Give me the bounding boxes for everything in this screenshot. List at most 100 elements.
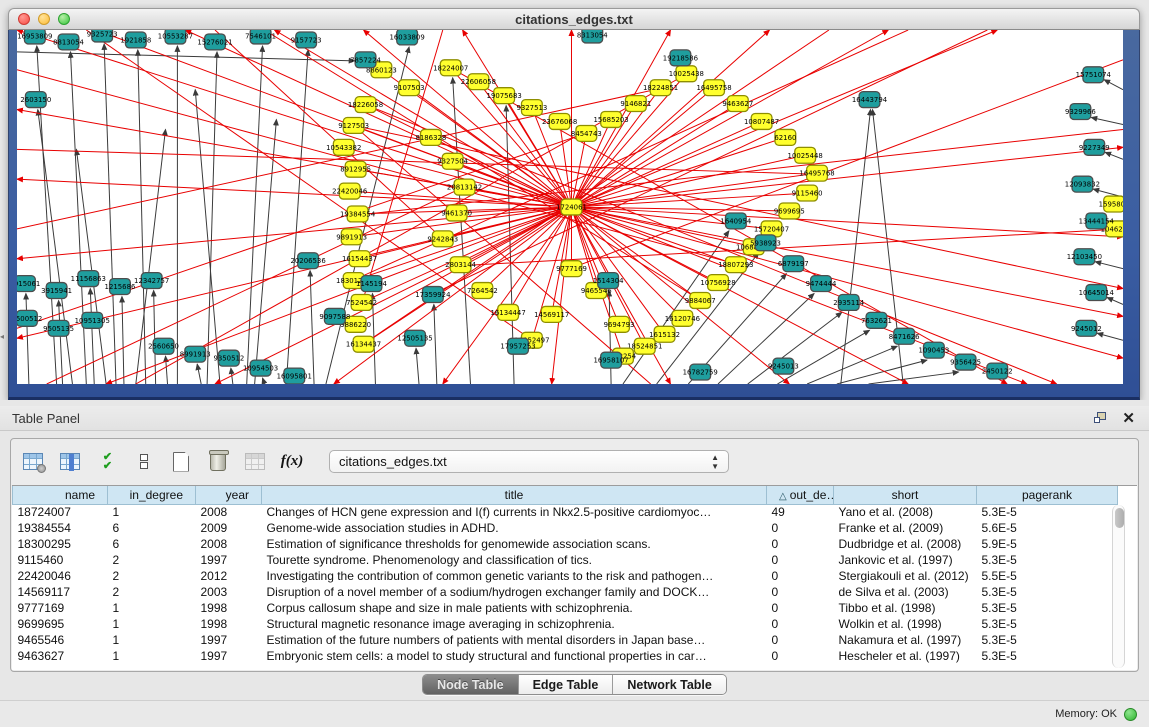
graph-node[interactable]: 6879197 — [778, 256, 809, 272]
graph-node[interactable]: 9115460 — [792, 185, 823, 201]
graph-edge[interactable] — [154, 291, 156, 384]
citation-graph[interactable]: 1724061182260589127503105433828912955224… — [17, 30, 1123, 384]
column-visibility-icon[interactable] — [58, 450, 82, 474]
table-cell[interactable]: 1997 — [196, 552, 262, 568]
graph-edge[interactable] — [263, 378, 265, 384]
table-cell[interactable]: Changes of HCN gene expression and I(f) … — [262, 504, 767, 520]
column-header-title[interactable]: title — [262, 486, 767, 504]
graph-node[interactable]: 10553287 — [158, 30, 193, 44]
table-cell[interactable]: 5.3E-5 — [977, 616, 1118, 632]
delete-table-icon[interactable] — [206, 450, 230, 474]
table-cell[interactable]: 2008 — [196, 504, 262, 520]
table-cell[interactable]: 9777169 — [13, 600, 108, 616]
graph-node[interactable]: 16095801 — [277, 368, 312, 384]
table-cell[interactable]: 6 — [108, 536, 196, 552]
table-cell[interactable]: Estimation of significance thresholds fo… — [262, 536, 767, 552]
table-row[interactable]: 2242004622012Investigating the contribut… — [13, 568, 1118, 584]
table-cell[interactable]: Wolkin et al. (1998) — [834, 616, 977, 632]
graph-node[interactable]: 9245012 — [1071, 320, 1102, 336]
graph-node[interactable]: 10954503 — [243, 360, 278, 376]
column-header-year[interactable]: year — [196, 486, 262, 504]
graph-edge[interactable] — [571, 147, 1123, 207]
scrollbar-thumb[interactable] — [1115, 508, 1124, 528]
table-cell[interactable]: Investigating the contribution of common… — [262, 568, 767, 584]
graph-edge[interactable] — [1097, 333, 1123, 340]
graph-node[interactable]: 1921858 — [120, 32, 151, 48]
graph-node[interactable]: 18224007 — [433, 60, 468, 76]
table-cell[interactable]: 9115460 — [13, 552, 108, 568]
graph-edge[interactable] — [17, 207, 571, 259]
table-cell[interactable]: 0 — [767, 584, 834, 600]
table-cell[interactable]: 1 — [108, 632, 196, 648]
table-cell[interactable]: Genome-wide association studies in ADHD. — [262, 520, 767, 536]
table-cell[interactable]: 0 — [767, 536, 834, 552]
table-cell[interactable]: 0 — [767, 648, 834, 664]
graph-node[interactable]: 16154437 — [342, 251, 377, 267]
graph-node[interactable]: 7264542 — [467, 283, 498, 299]
graph-edge[interactable] — [1105, 152, 1123, 159]
graph-edge[interactable] — [310, 271, 314, 384]
table-cell[interactable]: 1997 — [196, 648, 262, 664]
table-row[interactable]: 1456911722003Disruption of a novel membe… — [13, 584, 1118, 600]
graph-node[interactable]: 19075683 — [487, 88, 522, 104]
graph-node[interactable]: 62160 — [774, 129, 796, 145]
graph-node[interactable]: 16953809 — [17, 30, 52, 44]
graph-edge[interactable] — [96, 30, 571, 207]
graph-edge[interactable] — [571, 155, 805, 207]
graph-edge[interactable] — [869, 372, 959, 384]
table-row[interactable]: 969969511998Structural magnetic resonanc… — [13, 616, 1118, 632]
graph-node[interactable]: 9127503 — [338, 118, 369, 134]
table-cell[interactable]: 1 — [108, 600, 196, 616]
tab-node-table[interactable]: Node Table — [423, 675, 518, 694]
table-cell[interactable]: 2012 — [196, 568, 262, 584]
graph-edge[interactable] — [841, 110, 871, 384]
table-cell[interactable]: Nakamura et al. (1997) — [834, 632, 977, 648]
float-panel-icon[interactable] — [1094, 412, 1108, 425]
table-cell[interactable]: Hescheler et al. (1997) — [834, 648, 977, 664]
table-cell[interactable]: 9465546 — [13, 632, 108, 648]
table-cell[interactable]: 5.3E-5 — [977, 632, 1118, 648]
graph-node[interactable]: 9884067 — [685, 293, 716, 309]
graph-node[interactable]: 9245013 — [768, 358, 799, 374]
table-cell[interactable]: 5.5E-5 — [977, 568, 1118, 584]
table-cell[interactable]: 1998 — [196, 616, 262, 632]
graph-node[interactable]: 10543382 — [326, 139, 361, 155]
table-cell[interactable]: 2008 — [196, 536, 262, 552]
graph-edge[interactable] — [777, 330, 869, 384]
graph-node[interactable]: 7632621 — [861, 312, 892, 328]
graph-node[interactable]: 9157723 — [291, 32, 322, 48]
table-cell[interactable]: 5.3E-5 — [977, 648, 1118, 664]
graph-node[interactable]: 9356425 — [950, 354, 981, 370]
column-header-name[interactable]: name — [13, 486, 108, 504]
row-height-icon[interactable] — [132, 450, 156, 474]
graph-edge[interactable] — [17, 30, 571, 207]
network-canvas[interactable]: 1724061182260589127503105433828912955224… — [17, 30, 1123, 384]
table-cell[interactable]: 1 — [108, 616, 196, 632]
table-cell[interactable]: Stergiakouli et al. (2012) — [834, 568, 977, 584]
graph-node[interactable]: 2935114 — [833, 295, 864, 311]
table-cell[interactable]: 6 — [108, 520, 196, 536]
table-row[interactable]: 977716911998Corpus callosum shape and si… — [13, 600, 1118, 616]
table-cell[interactable]: 0 — [767, 552, 834, 568]
table-cell[interactable]: 5.3E-5 — [977, 600, 1118, 616]
table-settings-icon[interactable] — [21, 450, 45, 474]
graph-node[interactable]: 11156863 — [71, 271, 106, 287]
table-cell[interactable]: Tibbo et al. (1998) — [834, 600, 977, 616]
table-cell[interactable]: 2 — [108, 584, 196, 600]
table-cell[interactable]: Yano et al. (2008) — [834, 504, 977, 520]
graph-node[interactable]: 16443794 — [852, 92, 888, 108]
table-cell[interactable]: 2009 — [196, 520, 262, 536]
table-row[interactable]: 1872400712008Changes of HCN gene express… — [13, 504, 1118, 520]
graph-edge[interactable] — [837, 360, 927, 384]
graph-node[interactable]: 2603150 — [20, 92, 51, 108]
graph-node[interactable]: 9463627 — [722, 96, 753, 112]
table-selector-combobox[interactable]: citations_edges.txt ▲▼ — [329, 450, 729, 473]
graph-node[interactable]: 16134437 — [346, 336, 381, 352]
graph-edge[interactable] — [286, 50, 308, 384]
table-cell[interactable]: 9699695 — [13, 616, 108, 632]
column-header-out_de[interactable]: △out_de… — [767, 486, 834, 504]
graph-edge[interactable] — [70, 52, 86, 384]
graph-node[interactable]: 8471626 — [889, 328, 920, 344]
select-all-icon[interactable]: ✔✔ — [95, 450, 119, 474]
table-cell[interactable]: Structural magnetic resonance image aver… — [262, 616, 767, 632]
